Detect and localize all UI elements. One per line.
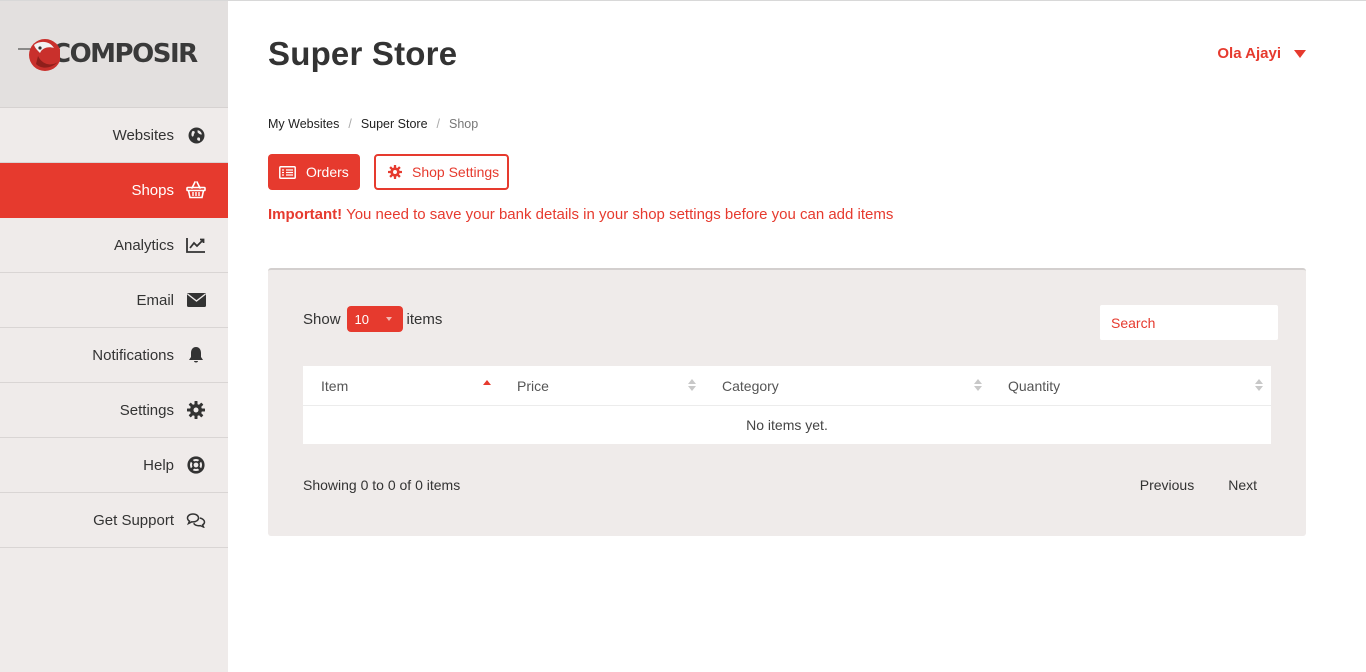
gear-icon: [388, 165, 402, 179]
chat-icon: [186, 510, 206, 530]
sidebar-item-label: Email: [136, 291, 174, 309]
items-panel: Show 10 items Item Price Category: [268, 268, 1306, 536]
user-menu[interactable]: Ola Ajayi: [1217, 45, 1306, 62]
sidebar-item-label: Get Support: [93, 511, 174, 529]
sidebar-item-label: Settings: [119, 401, 174, 419]
bank-details-alert: Important! You need to save your bank de…: [268, 206, 893, 223]
caret-down-icon: [385, 317, 392, 321]
user-name: Ola Ajayi: [1217, 45, 1281, 62]
table-header: Item Price Category Quantity: [303, 366, 1271, 406]
sidebar: COMPOSIR Websites Shops Analytics Email: [0, 1, 228, 672]
breadcrumb-link-my-websites[interactable]: My Websites: [268, 117, 339, 131]
sidebar-item-shops[interactable]: Shops: [0, 163, 228, 218]
globe-icon: [186, 125, 206, 145]
pagination: Previous Next: [1140, 477, 1257, 493]
shop-settings-button[interactable]: Shop Settings: [374, 154, 509, 190]
sort-asc-icon: [483, 379, 491, 393]
items-label: items: [406, 310, 443, 328]
sidebar-item-label: Shops: [131, 181, 174, 199]
breadcrumb-link-super-store[interactable]: Super Store: [361, 117, 428, 131]
breadcrumb-separator: /: [436, 117, 441, 131]
logo-area: COMPOSIR: [0, 1, 228, 108]
sort-icon: [688, 379, 696, 393]
sidebar-item-get-support[interactable]: Get Support: [0, 493, 228, 548]
sort-icon: [1255, 379, 1263, 393]
orders-button-label: Orders: [306, 164, 349, 180]
sidebar-item-help[interactable]: Help: [0, 438, 228, 493]
items-table: Item Price Category Quantity No items ye…: [303, 366, 1271, 444]
list-alt-icon: [279, 165, 296, 179]
column-label: Item: [321, 377, 349, 394]
column-header-quantity[interactable]: Quantity: [990, 366, 1271, 405]
column-header-price[interactable]: Price: [499, 366, 704, 405]
shop-settings-button-label: Shop Settings: [412, 164, 500, 180]
sidebar-item-label: Notifications: [92, 346, 174, 364]
page-size-control: Show 10 items: [303, 306, 442, 332]
alert-text: You need to save your bank details in yo…: [342, 206, 894, 223]
show-label: Show: [303, 310, 341, 328]
composir-logo[interactable]: COMPOSIR: [18, 34, 198, 74]
column-label: Price: [517, 377, 549, 394]
breadcrumb: My Websites / Super Store / Shop: [268, 117, 478, 131]
bird-logo-icon: [18, 34, 61, 74]
empty-table-row: No items yet.: [746, 417, 828, 433]
sidebar-nav: Websites Shops Analytics Email Notificat…: [0, 108, 228, 548]
logo-text: COMPOSIR: [52, 39, 198, 69]
lifebuoy-icon: [186, 455, 206, 475]
caret-down-icon: [1294, 49, 1306, 58]
column-header-category[interactable]: Category: [704, 366, 990, 405]
orders-button[interactable]: Orders: [268, 154, 360, 190]
alert-strong: Important!: [268, 206, 343, 223]
line-chart-icon: [186, 235, 206, 255]
page-size-select[interactable]: 10: [346, 306, 403, 332]
sort-icon: [974, 379, 982, 393]
sidebar-item-analytics[interactable]: Analytics: [0, 218, 228, 273]
basket-icon: [186, 180, 206, 200]
sidebar-item-settings[interactable]: Settings: [0, 383, 228, 438]
action-buttons: Orders Shop Settings: [268, 154, 509, 190]
sidebar-item-notifications[interactable]: Notifications: [0, 328, 228, 383]
sidebar-item-websites[interactable]: Websites: [0, 108, 228, 163]
gear-icon: [186, 400, 206, 420]
next-page-button[interactable]: Next: [1228, 477, 1257, 493]
search-input[interactable]: [1100, 305, 1278, 340]
breadcrumb-separator: /: [348, 117, 352, 131]
column-label: Quantity: [1008, 377, 1061, 394]
page-title: Super Store: [268, 35, 458, 72]
sidebar-item-label: Help: [143, 456, 174, 474]
sidebar-item-label: Websites: [112, 126, 174, 144]
envelope-icon: [186, 290, 206, 310]
breadcrumb-current: Shop: [449, 117, 479, 131]
column-header-item[interactable]: Item: [303, 366, 499, 405]
table-info: Showing 0 to 0 of 0 items: [303, 477, 461, 493]
sidebar-item-label: Analytics: [113, 236, 174, 254]
sidebar-item-email[interactable]: Email: [0, 273, 228, 328]
page-size-value: 10: [354, 311, 369, 327]
column-label: Category: [722, 377, 779, 394]
bell-icon: [186, 345, 206, 365]
previous-page-button[interactable]: Previous: [1140, 477, 1194, 493]
